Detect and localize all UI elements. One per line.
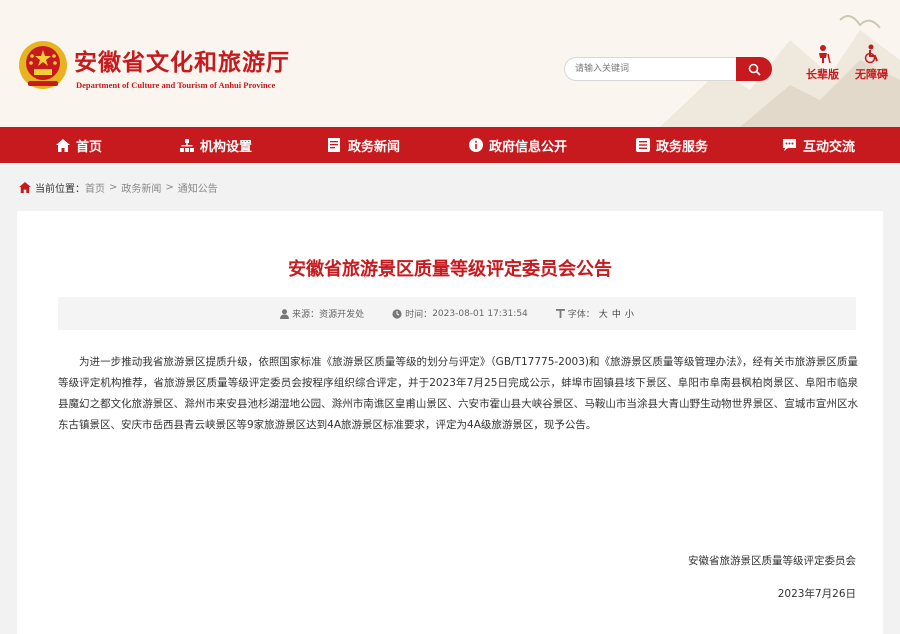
time-value: 2023-08-01 17:31:54 <box>432 308 528 319</box>
source-value: 资源开发处 <box>319 310 365 320</box>
article-title: 安徽省旅游景区质量等级评定委员会公告 <box>288 259 612 280</box>
main-nav: 首页 机构设置 政务新闻 政府信息公开 政务服务 互动交流 <box>0 127 900 163</box>
elder-mode-label: 长辈版 <box>806 68 839 81</box>
article-container: 安徽省旅游景区质量等级评定委员会公告 来源： 资源开发处 时间： 2023-08… <box>17 211 883 634</box>
service-icon <box>636 138 650 152</box>
source-label: 来源： <box>292 310 320 320</box>
breadcrumb-separator: > <box>109 181 118 193</box>
news-icon <box>328 138 340 152</box>
nav-label: 政府信息公开 <box>489 139 568 155</box>
nav-item-home[interactable]: 首页 <box>56 127 102 163</box>
nav-item-interact[interactable]: 互动交流 <box>782 127 855 163</box>
font-size-small[interactable]: 小 <box>625 307 634 320</box>
nav-item-info[interactable]: 政府信息公开 <box>469 127 567 163</box>
nav-label: 机构设置 <box>200 139 253 155</box>
article-time: 时间： 2023-08-01 17:31:54 <box>392 307 528 320</box>
nav-label: 互动交流 <box>803 139 856 155</box>
nav-item-org[interactable]: 机构设置 <box>180 127 252 163</box>
clock-icon <box>392 308 402 319</box>
search-button[interactable] <box>736 57 772 81</box>
breadcrumb-separator: > <box>165 181 174 193</box>
time-label: 时间： <box>405 310 433 320</box>
search-icon <box>748 63 761 76</box>
nav-label: 首页 <box>76 139 103 155</box>
text-size-icon <box>555 309 565 318</box>
site-subtitle: Department of Culture and Tourism of Anh… <box>76 80 276 90</box>
font-size-medium[interactable]: 中 <box>612 307 621 320</box>
nav-label: 政务服务 <box>656 139 709 155</box>
home-icon <box>19 181 31 193</box>
wheelchair-icon <box>864 44 878 64</box>
home-icon <box>56 138 70 152</box>
article-meta-bar: 来源： 资源开发处 时间： 2023-08-01 17:31:54 字体： 大 … <box>58 297 856 330</box>
article-date: 2023年7月26日 <box>777 588 856 600</box>
org-chart-icon <box>180 138 194 152</box>
article-signature: 安徽省旅游景区质量等级评定委员会 <box>688 555 856 567</box>
font-label: 字体： <box>567 310 595 320</box>
font-size-large[interactable]: 大 <box>599 307 608 320</box>
nav-item-service[interactable]: 政务服务 <box>636 127 708 163</box>
chat-icon <box>783 139 796 151</box>
breadcrumb: 当前位置： 首页 > 政务新闻 > 通知公告 <box>19 179 218 195</box>
national-emblem-icon <box>19 41 67 89</box>
breadcrumb-label: 当前位置： <box>35 183 85 195</box>
search-input[interactable] <box>564 57 736 81</box>
nav-item-news[interactable]: 政务新闻 <box>328 127 400 163</box>
elder-mode-button[interactable]: 长辈版 <box>806 44 839 82</box>
accessibility-label: 无障碍 <box>855 68 888 81</box>
user-icon <box>280 308 290 319</box>
site-header: 安徽省文化和旅游厅 Department of Culture and Tour… <box>0 0 900 127</box>
nav-label: 政务新闻 <box>348 139 401 155</box>
elder-icon <box>818 45 831 64</box>
breadcrumb-news-link[interactable]: 政务新闻 <box>121 180 161 195</box>
search-box <box>564 57 772 81</box>
breadcrumb-notice-link[interactable]: 通知公告 <box>178 180 218 195</box>
article-source: 来源： 资源开发处 <box>280 307 364 320</box>
breadcrumb-home-link[interactable]: 首页 <box>85 180 105 195</box>
site-title[interactable]: 安徽省文化和旅游厅 <box>74 43 290 77</box>
info-icon <box>469 138 483 152</box>
article-body: 为进一步推动我省旅游景区提质升级，依照国家标准《旅游景区质量等级的划分与评定》（… <box>58 356 858 431</box>
font-size-switcher: 字体： 大 中 小 <box>555 307 634 320</box>
accessibility-button[interactable]: 无障碍 <box>855 44 888 82</box>
